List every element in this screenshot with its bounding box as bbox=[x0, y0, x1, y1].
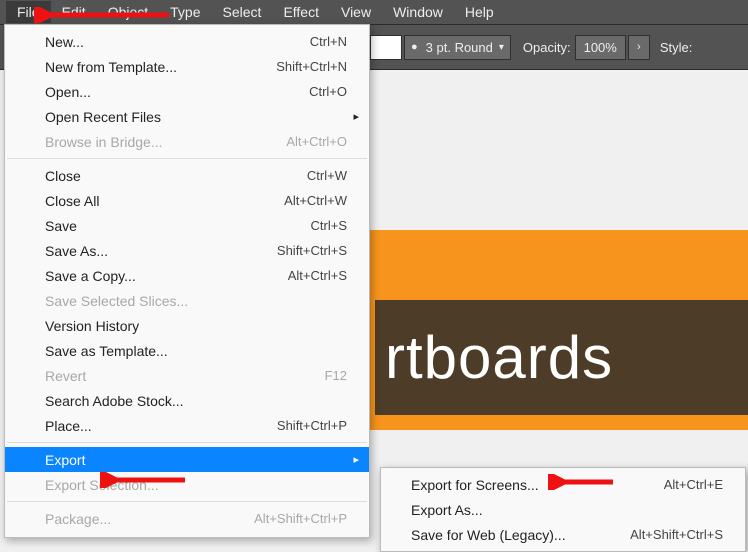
menuitem-save-a-copy[interactable]: Save a Copy... Alt+Ctrl+S bbox=[5, 263, 369, 288]
brush-preset-label: 3 pt. Round bbox=[426, 40, 493, 55]
menuitem-open-recent[interactable]: Open Recent Files ▸ bbox=[5, 104, 369, 129]
menuitem-open[interactable]: Open... Ctrl+O bbox=[5, 79, 369, 104]
submenu-arrow-icon: ▸ bbox=[353, 453, 359, 466]
menu-select[interactable]: Select bbox=[212, 1, 273, 23]
menubar: File Edit Object Type Select Effect View… bbox=[0, 0, 748, 24]
artboard-text-box: rtboards bbox=[375, 300, 748, 415]
menuitem-save-as[interactable]: Save As... Shift+Ctrl+S bbox=[5, 238, 369, 263]
file-menu-dropdown: New... Ctrl+N New from Template... Shift… bbox=[4, 24, 370, 538]
menuitem-export-for-screens[interactable]: Export for Screens... Alt+Ctrl+E bbox=[381, 472, 745, 497]
menu-view[interactable]: View bbox=[330, 1, 382, 23]
submenu-arrow-icon: ▸ bbox=[353, 110, 359, 123]
opacity-label: Opacity: bbox=[523, 40, 571, 55]
stroke-swatch[interactable] bbox=[370, 35, 402, 60]
menu-help[interactable]: Help bbox=[454, 1, 505, 23]
menu-separator bbox=[7, 158, 367, 159]
menu-edit[interactable]: Edit bbox=[51, 1, 97, 23]
menuitem-save[interactable]: Save Ctrl+S bbox=[5, 213, 369, 238]
bullet-icon: ● bbox=[411, 41, 418, 53]
menuitem-new[interactable]: New... Ctrl+N bbox=[5, 29, 369, 54]
menuitem-export[interactable]: Export ▸ bbox=[5, 447, 369, 472]
opacity-flyout[interactable]: › bbox=[628, 35, 650, 60]
menu-window[interactable]: Window bbox=[382, 1, 454, 23]
export-submenu: Export for Screens... Alt+Ctrl+E Export … bbox=[380, 467, 746, 552]
menuitem-close-all[interactable]: Close All Alt+Ctrl+W bbox=[5, 188, 369, 213]
menuitem-save-selected-slices: Save Selected Slices... bbox=[5, 288, 369, 313]
menu-separator bbox=[7, 442, 367, 443]
menu-separator bbox=[7, 501, 367, 502]
menuitem-version-history[interactable]: Version History bbox=[5, 313, 369, 338]
opacity-value: 100% bbox=[584, 40, 617, 55]
chevron-right-icon: › bbox=[637, 41, 641, 53]
menuitem-search-adobe-stock[interactable]: Search Adobe Stock... bbox=[5, 388, 369, 413]
menuitem-export-selection: Export Selection... bbox=[5, 472, 369, 497]
menuitem-place[interactable]: Place... Shift+Ctrl+P bbox=[5, 413, 369, 438]
brush-preset-dropdown[interactable]: ● 3 pt. Round ▾ bbox=[404, 35, 511, 60]
menu-object[interactable]: Object bbox=[97, 1, 159, 23]
style-label: Style: bbox=[660, 40, 693, 55]
menuitem-export-as[interactable]: Export As... bbox=[381, 497, 745, 522]
menuitem-save-as-template[interactable]: Save as Template... bbox=[5, 338, 369, 363]
chevron-down-icon: ▾ bbox=[499, 42, 504, 53]
menuitem-browse-in-bridge: Browse in Bridge... Alt+Ctrl+O bbox=[5, 129, 369, 154]
opacity-field[interactable]: 100% bbox=[575, 35, 626, 60]
artboard-text: rtboards bbox=[385, 323, 613, 392]
menu-file[interactable]: File bbox=[6, 1, 51, 23]
menuitem-revert: Revert F12 bbox=[5, 363, 369, 388]
menuitem-save-for-web[interactable]: Save for Web (Legacy)... Alt+Shift+Ctrl+… bbox=[381, 522, 745, 547]
menuitem-package: Package... Alt+Shift+Ctrl+P bbox=[5, 506, 369, 531]
menu-type[interactable]: Type bbox=[159, 1, 211, 23]
menu-effect[interactable]: Effect bbox=[272, 1, 330, 23]
menuitem-new-from-template[interactable]: New from Template... Shift+Ctrl+N bbox=[5, 54, 369, 79]
menuitem-close[interactable]: Close Ctrl+W bbox=[5, 163, 369, 188]
